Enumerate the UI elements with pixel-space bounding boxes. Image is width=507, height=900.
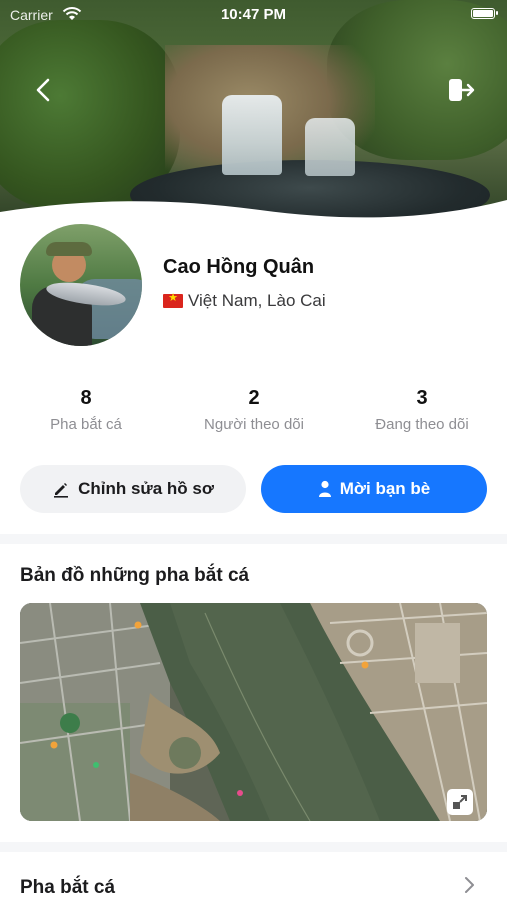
stat-value: 3	[416, 387, 428, 409]
stat-label: Đang theo dõi	[375, 416, 469, 433]
stat-catches[interactable]: 8 Pha bắt cá	[16, 387, 156, 433]
expand-map-button[interactable]	[447, 789, 473, 815]
battery-icon	[471, 8, 498, 19]
profile-location: Việt Nam, Lào Cai	[163, 291, 326, 311]
stat-label: Pha bắt cá	[50, 416, 122, 433]
catches-section-title[interactable]: Pha bắt cá	[20, 877, 115, 899]
section-divider	[0, 842, 507, 852]
stat-label: Người theo dõi	[204, 416, 304, 433]
vietnam-flag-icon	[163, 291, 183, 308]
invite-friends-label: Mời bạn bè	[339, 479, 431, 498]
stat-following[interactable]: 3 Đang theo dõi	[352, 387, 492, 433]
stat-value: 2	[248, 387, 260, 409]
status-bar: Carrier 10:47 PM	[0, 5, 507, 25]
clock: 10:47 PM	[220, 6, 287, 23]
section-divider	[0, 534, 507, 544]
chevron-right-icon[interactable]	[463, 876, 475, 894]
logout-button[interactable]	[445, 74, 477, 106]
cover-photo: Carrier 10:47 PM	[0, 0, 507, 222]
profile-name: Cao Hồng Quân	[163, 256, 315, 278]
pencil-icon	[54, 483, 69, 498]
expand-icon	[453, 795, 467, 809]
avatar[interactable]	[20, 224, 142, 346]
stat-value: 8	[80, 387, 92, 409]
map-section-title: Bản đồ những pha bắt cá	[20, 565, 250, 586]
satellite-map	[20, 603, 487, 821]
stat-followers[interactable]: 2 Người theo dõi	[184, 387, 324, 433]
catch-map[interactable]	[20, 603, 487, 821]
invite-friends-button[interactable]: Mời bạn bè	[261, 465, 487, 513]
back-button[interactable]	[28, 74, 60, 106]
edit-profile-button[interactable]: Chỉnh sửa hồ sơ	[20, 465, 246, 513]
person-icon	[318, 480, 331, 497]
location-label: Việt Nam, Lào Cai	[188, 291, 326, 310]
edit-profile-label: Chỉnh sửa hồ sơ	[78, 479, 214, 498]
